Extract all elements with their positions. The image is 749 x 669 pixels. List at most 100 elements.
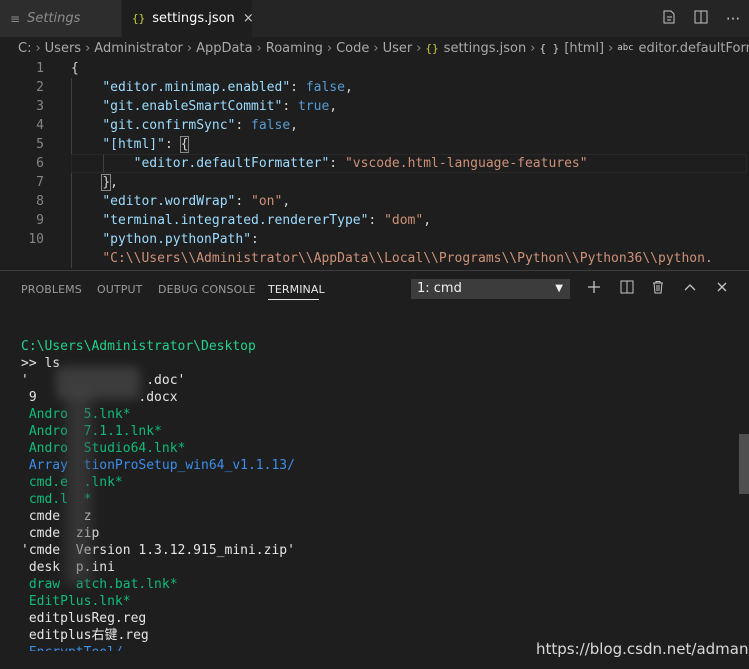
breadcrumb-item[interactable]: {} settings.json bbox=[425, 41, 526, 56]
code-line: 2 "editor.minimap.enabled": false, bbox=[0, 78, 749, 97]
code-text: "[html]": { bbox=[71, 135, 190, 154]
terminal-line: desk p.ini bbox=[28, 560, 115, 575]
code-line: 10 "python.pythonPath": bbox=[0, 230, 749, 249]
breadcrumb-item[interactable]: abceditor.defaultFormatter bbox=[617, 41, 749, 56]
breadcrumb: C: › Users › Administrator › AppData › Roami… bbox=[0, 37, 749, 59]
code-token: "python.pythonPath" bbox=[102, 232, 252, 247]
more-actions-icon[interactable]: ··· bbox=[717, 10, 749, 28]
terminal-line: Array tionProSetup_win64_v1.1.13/ bbox=[21, 458, 295, 473]
tab-settings[interactable]: ≡ Settings bbox=[0, 0, 122, 37]
code-token: "git.confirmSync" bbox=[102, 118, 236, 133]
code-token: "dom" bbox=[384, 213, 424, 228]
redaction-blur bbox=[66, 390, 92, 585]
bracket-match: { bbox=[179, 136, 190, 153]
code-token: : bbox=[235, 194, 252, 209]
chevron-right-icon: › bbox=[373, 40, 379, 56]
code-line: 4 "git.confirmSync": false, bbox=[0, 116, 749, 135]
editor-actions: ··· bbox=[653, 0, 749, 37]
code-text: "editor.wordWrap": "on", bbox=[71, 192, 290, 211]
tab-settings-json[interactable]: {} settings.json × bbox=[122, 0, 254, 37]
breadcrumb-item[interactable]: Administrator bbox=[94, 41, 183, 56]
code-token: "terminal.integrated.rendererType" bbox=[102, 213, 369, 228]
terminal-line: cmd.l * bbox=[21, 492, 92, 507]
split-editor-icon[interactable] bbox=[685, 9, 717, 29]
tab-terminal[interactable]: TERMINAL bbox=[268, 283, 325, 296]
chevron-up-icon[interactable] bbox=[680, 279, 700, 299]
code-token: "on" bbox=[251, 194, 283, 209]
terminal-line: Andro 7.1.1.lnk* bbox=[28, 424, 162, 439]
code-editor[interactable]: 1 {2 "editor.minimap.enabled": false, 3 "g… bbox=[0, 59, 749, 270]
chevron-right-icon: › bbox=[530, 40, 536, 56]
chevron-right-icon: › bbox=[35, 40, 41, 56]
code-token: "[html]" bbox=[102, 137, 165, 152]
code-token: , bbox=[282, 194, 291, 209]
code-token: , bbox=[110, 175, 118, 190]
code-line: "C:\\Users\\Administrator\\AppData\\Loca… bbox=[0, 249, 749, 268]
line-number: 4 bbox=[36, 118, 44, 133]
plus-icon[interactable] bbox=[584, 279, 604, 299]
code-text: "python.pythonPath": bbox=[71, 230, 259, 249]
editor-tab-bar: ≡ Settings {} settings.json × bbox=[0, 0, 749, 37]
code-text: "terminal.integrated.rendererType": "dom… bbox=[71, 211, 431, 230]
code-text: { bbox=[71, 59, 79, 78]
code-line: 5 "[html]": { bbox=[0, 135, 749, 154]
line-number: 6 bbox=[36, 156, 44, 171]
breadcrumb-item[interactable]: C: bbox=[18, 41, 31, 56]
line-number: 1 bbox=[36, 61, 44, 76]
code-token: , bbox=[344, 80, 353, 95]
code-text: "git.confirmSync": false, bbox=[71, 116, 298, 135]
tab-problems[interactable]: PROBLEMS bbox=[21, 283, 82, 296]
line-number: 3 bbox=[36, 99, 44, 114]
code-token: false bbox=[305, 80, 345, 95]
code-line: 7 }, bbox=[0, 173, 749, 192]
terminal-line: cmde zip bbox=[21, 526, 100, 541]
code-token: "C:\\Users\\Administrator\\AppData\\Loca… bbox=[102, 251, 713, 266]
tab-label: settings.json bbox=[152, 11, 235, 26]
chevron-right-icon: › bbox=[85, 40, 91, 56]
breadcrumb-item[interactable]: { } [html] bbox=[539, 41, 604, 56]
terminal-line: 'cmde Version 1.3.12.915_mini.zip' bbox=[21, 543, 295, 558]
breadcrumb-item[interactable]: Users bbox=[45, 41, 81, 56]
tab-label: Settings bbox=[27, 11, 81, 26]
code-token: true bbox=[297, 99, 330, 114]
tab-output[interactable]: OUTPUT bbox=[97, 283, 142, 296]
close-icon[interactable] bbox=[712, 279, 732, 299]
terminal-line: Andro 5.lnk* bbox=[28, 407, 131, 422]
chevron-right-icon: › bbox=[256, 40, 262, 56]
trash-icon[interactable] bbox=[648, 279, 668, 299]
code-token: , bbox=[329, 99, 338, 114]
code-token: : bbox=[282, 99, 298, 114]
chevron-right-icon: › bbox=[416, 40, 422, 56]
terminal-line: draw atch.bat.lnk* bbox=[21, 577, 178, 592]
code-text: "C:\\Users\\Administrator\\AppData\\Loca… bbox=[71, 249, 713, 268]
code-token: "vscode.html-language-features" bbox=[344, 156, 588, 171]
line-number: 2 bbox=[36, 80, 44, 95]
breadcrumb-item[interactable]: Code bbox=[336, 41, 369, 56]
active-tab-indicator bbox=[268, 299, 319, 300]
code-token: : bbox=[368, 213, 385, 228]
terminal-line: cmd.e .lnk* bbox=[28, 475, 123, 490]
terminal-scrollbar[interactable] bbox=[739, 434, 749, 494]
breadcrumb-item[interactable]: AppData bbox=[196, 41, 252, 56]
open-settings-ui-icon[interactable] bbox=[653, 9, 685, 29]
line-number: 10 bbox=[28, 232, 44, 247]
tab-debug-console[interactable]: DEBUG CONSOLE bbox=[158, 283, 256, 296]
code-token: "editor.minimap.enabled" bbox=[102, 80, 291, 95]
line-number: 7 bbox=[36, 175, 44, 190]
terminal-line: Andro Studio64.lnk* bbox=[21, 441, 186, 456]
close-icon[interactable]: × bbox=[243, 11, 254, 26]
breadcrumb-item[interactable]: Roaming bbox=[266, 41, 323, 56]
split-icon[interactable] bbox=[617, 279, 637, 299]
terminal-line: EditPlus.lnk* bbox=[21, 594, 131, 609]
terminal-select-value: 1: cmd bbox=[417, 281, 462, 296]
terminal-select[interactable]: 1: cmd ▼ bbox=[411, 279, 570, 299]
code-text: "git.enableSmartCommit": true, bbox=[71, 97, 337, 116]
code-token: , bbox=[423, 213, 432, 228]
breadcrumb-item[interactable]: User bbox=[383, 41, 413, 56]
